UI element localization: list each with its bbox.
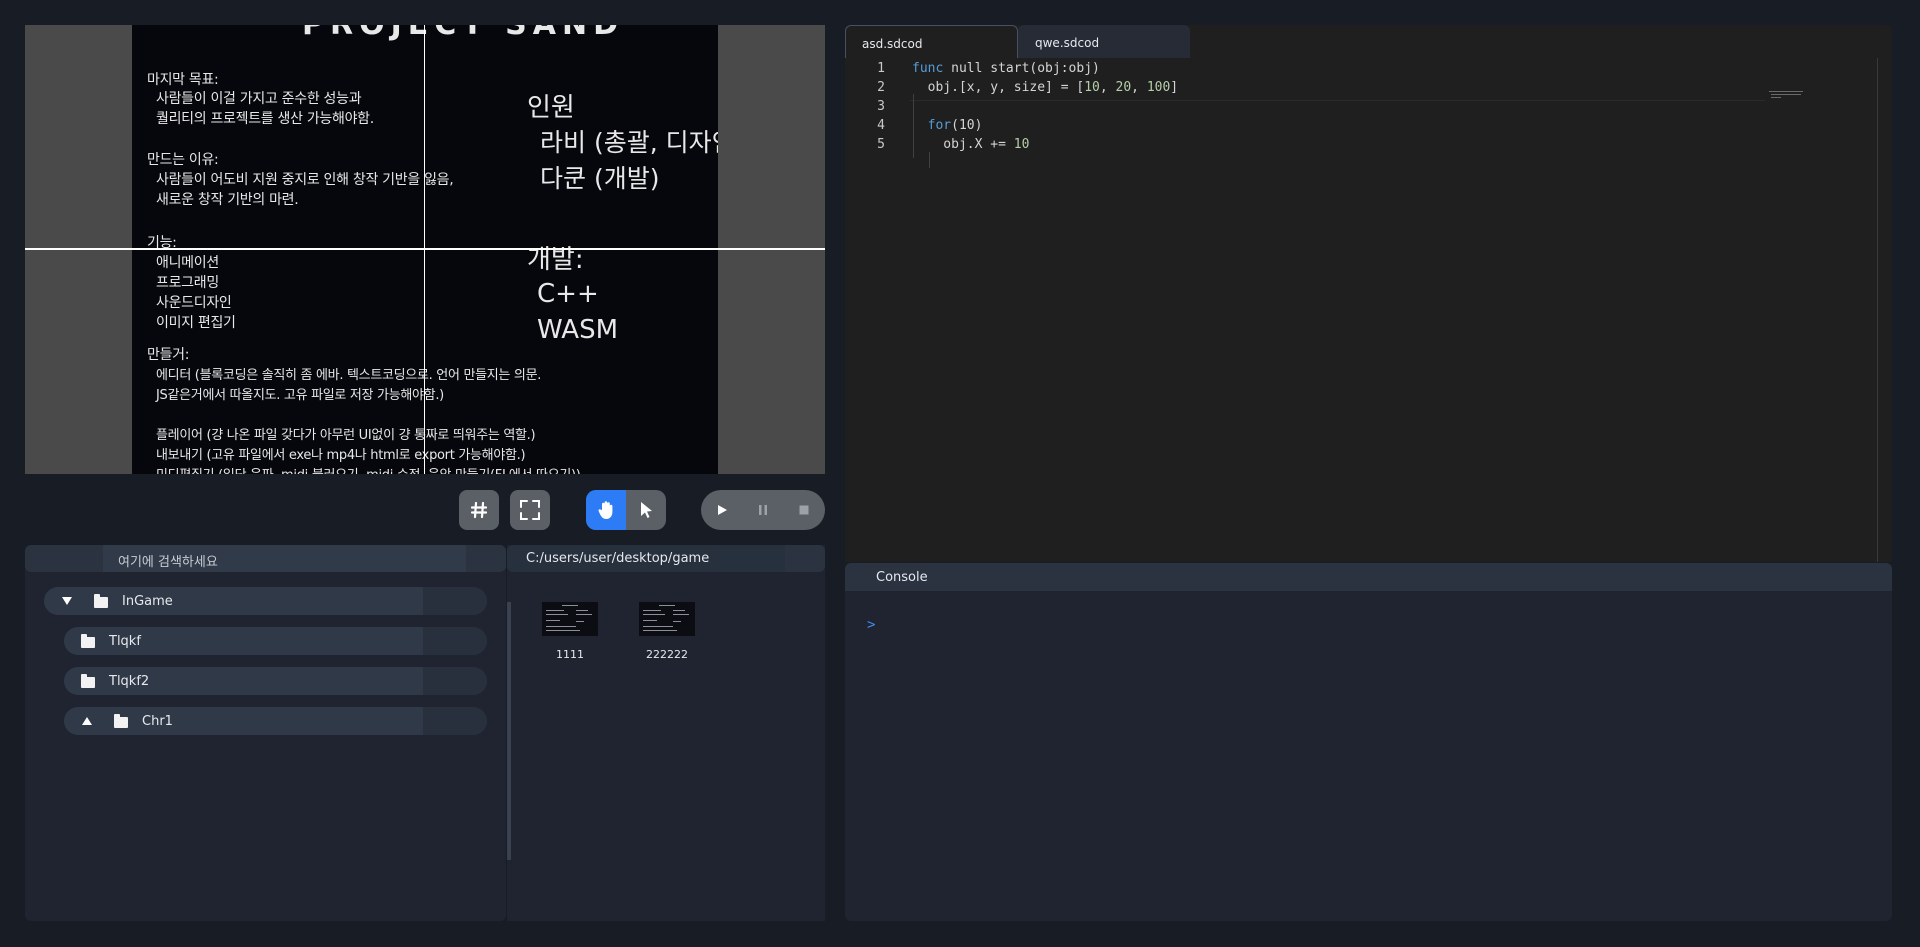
file-label: 1111	[556, 648, 584, 661]
tab-qwe-sdcod[interactable]: qwe.sdcod	[1018, 25, 1190, 58]
file-thumbnail-222222[interactable]	[639, 602, 695, 636]
crosshair-vertical	[424, 25, 425, 474]
tree-item-label: Tlqkf2	[109, 674, 150, 689]
tab-label: asd.sdcod	[862, 37, 923, 51]
fullscreen-icon	[520, 500, 540, 520]
slide-why-title: 만드는 이유:	[147, 152, 219, 168]
tree-item-actions	[423, 627, 487, 655]
slide-why-2: 새로운 창작 기반의 마련.	[156, 192, 299, 208]
slide-title: PROJECT SAND	[302, 25, 624, 42]
slide-feat-4: 이미지 편집기	[156, 315, 236, 331]
stop-button[interactable]	[783, 490, 825, 530]
slide-dev-2: WASM	[537, 315, 619, 345]
tree-item-tlqkf[interactable]: Tlqkf	[64, 627, 487, 655]
slide-goal-title: 마지막 목표:	[147, 72, 219, 88]
grid-hash-icon	[470, 501, 488, 519]
pointer-arrow-icon	[641, 502, 652, 518]
line-number: 4	[877, 118, 885, 133]
slide-make-4: 내보내기 (고유 파일에서 exe나 mp4나 html로 export 가능해…	[156, 448, 526, 463]
tree-item-actions	[423, 587, 487, 615]
playback-group	[701, 490, 825, 530]
file-label: 222222	[646, 648, 688, 661]
slide-goal-2: 퀄리티의 프로젝트를 생산 가능해야함.	[156, 111, 374, 127]
slide-why-1: 사람들이 어도비 지원 중지로 인해 창작 기반을 잃음,	[156, 172, 454, 188]
line-number: 3	[877, 99, 885, 114]
slide-goal-1: 사람들이 이걸 가지고 준수한 성능과	[156, 91, 362, 107]
slide-make-2: JS같은거에서 따올지도. 고유 파일로 저장 가능해야함.)	[156, 388, 444, 403]
slide-feat-2: 프로그래밍	[156, 275, 219, 291]
slide-dev-title: 개발:	[527, 245, 584, 275]
file-path-text: C:/users/user/desktop/game	[526, 551, 710, 566]
file-path-bar: C:/users/user/desktop/game	[507, 545, 825, 572]
expand-down-icon[interactable]	[61, 596, 73, 606]
slide-make-1: 에디터 (블록코딩은 솔직히 좀 에바. 텍스트코딩으로. 언어 만들지는 의문…	[156, 368, 542, 383]
line-number: 5	[877, 137, 885, 152]
scene-preview[interactable]: PROJECT SAND 마지막 목표: 사람들이 이걸 가지고 준수한 성능과…	[25, 25, 825, 474]
hand-tool-button[interactable]	[586, 490, 626, 530]
play-button[interactable]	[701, 490, 743, 530]
file-thumbnail-image	[639, 602, 695, 636]
tab-label: qwe.sdcod	[1035, 36, 1100, 50]
folder-icon	[81, 674, 95, 688]
grid-toggle-button[interactable]	[459, 490, 499, 530]
console-tab-label[interactable]: Console	[876, 570, 928, 585]
code-line-1: func null start(obj:obj)	[912, 61, 1100, 76]
fullscreen-button[interactable]	[510, 490, 550, 530]
crosshair-horizontal	[25, 248, 825, 250]
tool-mode-group	[586, 490, 666, 530]
slide-staff-title: 인원	[527, 93, 575, 123]
line-number: 2	[877, 80, 885, 95]
code-line-5: obj.X += 10	[912, 137, 1030, 152]
folder-icon	[81, 634, 95, 648]
hierarchy-search-bar: 여기에 검색하세요	[25, 545, 506, 572]
folder-icon	[114, 714, 128, 728]
editor-vertical-scrollbar[interactable]	[1877, 58, 1878, 562]
console-panel: Console >	[845, 563, 1892, 921]
file-thumbnail-image	[542, 602, 598, 636]
indent-guide	[929, 152, 930, 168]
slide-make-3: 플레이어 (걍 나온 파일 갖다가 아무런 UI없이 걍 통짜로 띄워주는 역할…	[156, 428, 536, 443]
tree-item-actions	[423, 667, 487, 695]
hierarchy-search-placeholder: 여기에 검색하세요	[118, 555, 218, 570]
slide-make-title: 만들거:	[147, 347, 190, 363]
indent-guide	[913, 94, 914, 158]
hierarchy-search-input[interactable]: 여기에 검색하세요	[103, 545, 466, 572]
file-thumbnail-1111[interactable]	[542, 602, 598, 636]
code-area[interactable]: 1 2 3 4 5 func null start(obj:obj) obj.[…	[845, 58, 1892, 562]
code-line-4: for(10)	[927, 118, 983, 133]
file-browser-scrollbar[interactable]	[507, 602, 511, 860]
folder-icon	[94, 594, 108, 608]
pause-button[interactable]	[743, 490, 783, 530]
slide-feat-1: 애니메이션	[156, 255, 219, 271]
tree-item-tlqkf2[interactable]: Tlqkf2	[64, 667, 487, 695]
line-number: 1	[877, 61, 885, 76]
code-line-2: obj.[x, y, size] = [10, 20, 100]	[912, 80, 1179, 95]
stop-icon	[799, 505, 809, 515]
slide-staff-2: 다쿤 (개발)	[540, 164, 660, 193]
play-icon	[718, 505, 727, 515]
expand-up-icon[interactable]	[81, 716, 93, 726]
console-header: Console	[845, 563, 1892, 591]
hand-icon	[598, 501, 613, 519]
file-path-input[interactable]: C:/users/user/desktop/game	[507, 545, 785, 572]
slide-make-5: 미디편집기 (일단 음파, midi 불러오기, midi 수정, 음악 만들기…	[156, 464, 581, 474]
code-minimap[interactable]	[1769, 90, 1809, 100]
tree-item-label: InGame	[122, 594, 173, 609]
tree-item-label: Chr1	[142, 714, 173, 729]
console-prompt[interactable]: >	[867, 617, 875, 633]
code-editor: asd.sdcod qwe.sdcod 1 2 3 4 5 func null …	[845, 25, 1892, 569]
pause-icon	[759, 505, 767, 515]
tree-item-actions	[423, 707, 487, 735]
slide-staff-1: 라비 (총괄, 디자인)	[540, 128, 718, 157]
tree-item-chr1[interactable]: Chr1	[64, 707, 487, 735]
tab-asd-sdcod[interactable]: asd.sdcod	[845, 25, 1018, 58]
pointer-tool-button[interactable]	[626, 490, 666, 530]
current-line-highlight	[910, 100, 1765, 101]
tree-item-label: Tlqkf	[109, 634, 141, 649]
file-browser-panel: C:/users/user/desktop/game 1111 222222	[507, 545, 825, 921]
slide-feat-3: 사운드디자인	[156, 295, 232, 311]
tree-item-ingame[interactable]: InGame	[44, 587, 487, 615]
slide-dev-1: C++	[537, 279, 599, 309]
hierarchy-panel: 여기에 검색하세요 InGame Tlqkf Tlqkf2 Chr1	[25, 545, 506, 921]
